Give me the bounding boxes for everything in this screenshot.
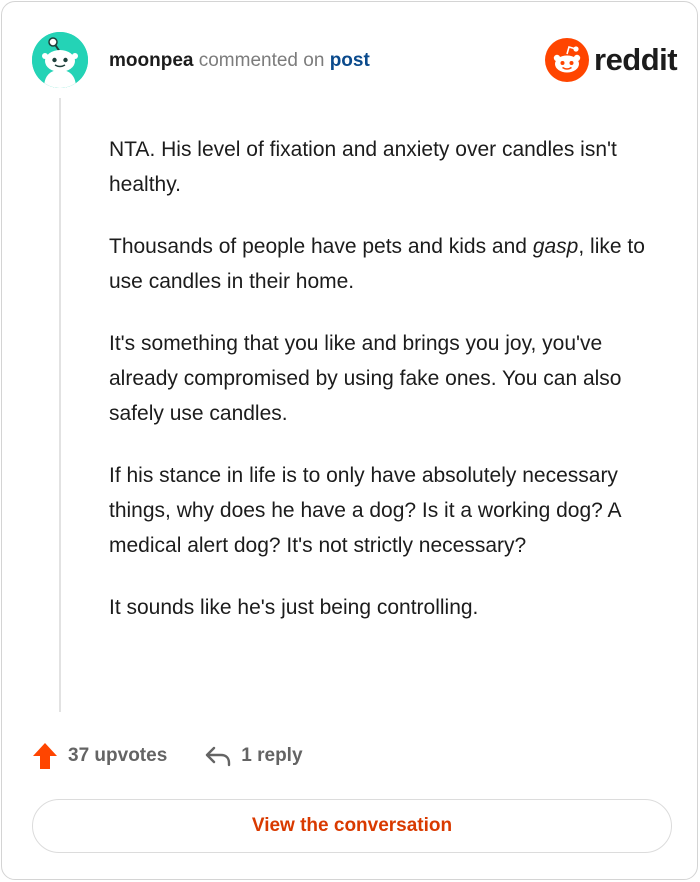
comment-paragraph-3: It's something that you like and brings … — [109, 332, 622, 425]
reddit-logo[interactable]: reddit — [545, 38, 678, 82]
action-text: commented on — [198, 50, 325, 71]
comment-paragraph-2: Thousands of people have pets and kids a… — [109, 235, 645, 293]
snoo-avatar-icon — [32, 32, 88, 88]
comment-actions: 37 upvotes 1 reply — [32, 739, 303, 773]
view-conversation-button[interactable]: View the conversation — [32, 799, 672, 853]
arrow-up-icon — [33, 743, 57, 769]
reply-button[interactable]: 1 reply — [167, 744, 303, 768]
comment-card: moonpea commented on post reddit NTA. Hi… — [1, 1, 698, 880]
comment-paragraph-5: It sounds like he's just being controlli… — [109, 596, 479, 619]
comment-body: NTA. His level of fixation and anxiety o… — [109, 132, 669, 652]
username-link[interactable]: moonpea — [109, 50, 193, 71]
post-link[interactable]: post — [330, 50, 370, 71]
comment-paragraph-1: NTA. His level of fixation and anxiety o… — [109, 138, 617, 196]
reply-arrow-icon — [206, 746, 231, 767]
upvote-count: 37 upvotes — [68, 745, 168, 766]
thread-line — [59, 98, 61, 712]
comment-header: moonpea commented on post — [109, 49, 370, 73]
reddit-wordmark: reddit — [594, 42, 678, 77]
reddit-snoo-icon — [545, 38, 589, 82]
user-avatar[interactable] — [32, 32, 88, 88]
comment-paragraph-4: If his stance in life is to only have ab… — [109, 464, 621, 557]
reply-count: 1 reply — [241, 745, 303, 766]
upvote-button[interactable]: 37 upvotes — [32, 742, 167, 770]
